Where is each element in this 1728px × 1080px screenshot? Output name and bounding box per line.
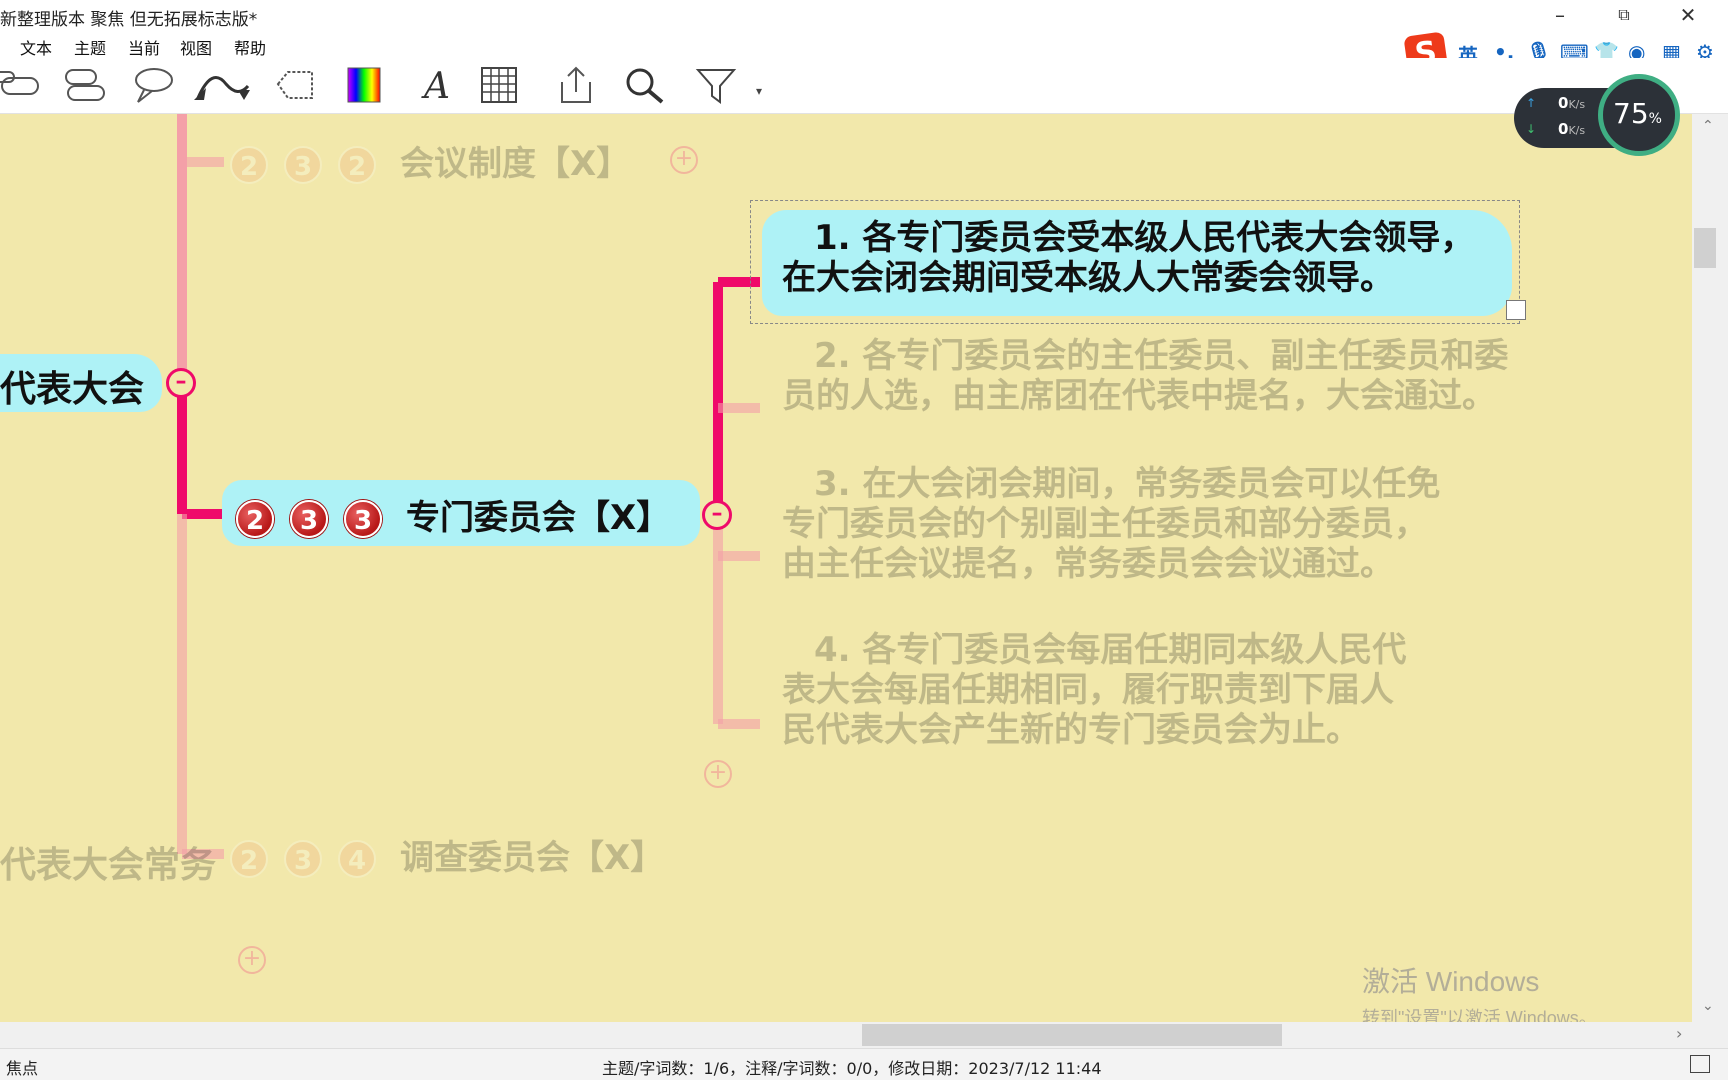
title-bar: 新整理版本 聚焦 但无拓展标志版* – ⧉ ✕ [0, 0, 1728, 32]
item-3[interactable]: 3. 在大会闭会期间，常务委员会可以任免 专门委员会的个别副主任委员和部分委员，… [782, 464, 1440, 584]
topic-meeting-system[interactable]: 2 3 2 会议制度【X】 [230, 136, 630, 185]
expand-icon[interactable]: + [238, 946, 266, 974]
badge-3: 3 [290, 500, 328, 538]
upload-value: 0 [1558, 94, 1569, 112]
collapse-main-icon[interactable]: – [702, 500, 732, 530]
close-button[interactable]: ✕ [1656, 0, 1720, 32]
item-4-line1: 4. 各专门委员会每届任期同本级人民代 [814, 630, 1407, 670]
item-3-line3: 由主任会议提名，常务委员会会议通过。 [782, 544, 1394, 584]
activation-watermark-subtitle: 转到"设置"以激活 Windows。 [1362, 1008, 1597, 1022]
badge-2: 2 [236, 500, 274, 538]
item-2[interactable]: 2. 各专门委员会的主任委员、副主任委员和委 员的人选，由主席团在代表中提名，大… [782, 336, 1508, 416]
activation-watermark-title: 激活 Windows [1362, 966, 1540, 997]
boundary-icon[interactable] [272, 64, 316, 106]
download-arrow-icon: ↓ [1526, 122, 1537, 136]
scroll-down-icon[interactable]: ⌄ [1702, 998, 1714, 1014]
item-1-line1: 1. 各专门委员会受本级人民代表大会领导， [814, 218, 1475, 258]
table-icon[interactable] [478, 64, 522, 106]
toolbar: A ▾ [0, 58, 1728, 114]
toolbar-overflow-icon[interactable]: ▾ [756, 84, 762, 98]
vertical-scrollbar[interactable]: ⌃ ⌄ [1692, 114, 1728, 1022]
menu-current[interactable]: 当前 [128, 35, 160, 59]
badge-2: 2 [230, 840, 268, 878]
item-2-line2: 员的人选，由主席团在代表中提名，大会通过。 [782, 376, 1496, 416]
expand-icon[interactable]: + [704, 760, 732, 788]
item-3-line1: 3. 在大会闭会期间，常务委员会可以任免 [814, 464, 1441, 504]
topic-special-committee[interactable]: 2 3 3 专门委员会【X】 [236, 490, 670, 539]
menu-topic[interactable]: 主题 [74, 35, 106, 59]
callout-icon[interactable] [130, 64, 174, 106]
badge-2b: 2 [338, 146, 376, 184]
export-icon[interactable] [554, 64, 598, 106]
horizontal-scrollbar[interactable]: › [0, 1022, 1728, 1048]
search-icon[interactable] [622, 64, 666, 106]
gauge-percent: 75 [1613, 97, 1649, 130]
filter-icon[interactable] [694, 64, 738, 106]
window-title: 新整理版本 聚焦 但无拓展标志版* [0, 10, 258, 30]
mindmap-canvas[interactable]: 代表大会 – 2 3 2 会议制度【X】 + 2 3 3 专门委员会【X】 – 1. 各专门… [0, 114, 1692, 1022]
badge-2: 2 [230, 146, 268, 184]
download-value: 0 [1558, 120, 1569, 138]
vertical-scroll-thumb[interactable] [1694, 228, 1716, 268]
item-1-line2: 在大会闭会期间受本级人大常委会领导。 [782, 258, 1394, 298]
expand-icon[interactable]: + [670, 146, 698, 174]
item-4[interactable]: 4. 各专门委员会每届任期同本级人民代 表大会每届任期相同，履行职责到下届人 民… [782, 630, 1406, 750]
resize-handle[interactable] [1506, 300, 1526, 320]
topic-shape-icon[interactable] [0, 64, 44, 106]
status-info: 主题/字词数：1/6，注释/字词数：0/0，修改日期：2023/7/12 11:… [602, 1059, 1102, 1078]
badge-4: 4 [338, 840, 376, 878]
upload-arrow-icon: ↑ [1526, 96, 1537, 110]
minimize-button[interactable]: – [1528, 0, 1592, 32]
svg-text:A: A [421, 66, 450, 106]
badge-3: 3 [284, 146, 322, 184]
collapse-parent-icon[interactable]: – [166, 368, 196, 398]
restore-button[interactable]: ⧉ [1592, 0, 1656, 32]
item-4-line2: 表大会每届任期相同，履行职责到下届人 [782, 670, 1394, 710]
memory-gauge[interactable]: 75% [1598, 74, 1680, 156]
item-2-line1: 2. 各专门委员会的主任委员、副主任委员和委 [814, 336, 1509, 376]
badge-3: 3 [284, 840, 322, 878]
scroll-right-icon[interactable]: › [1676, 1024, 1682, 1043]
upload-unit: K/s [1568, 98, 1586, 111]
topic-label: 会议制度【X】 [400, 144, 631, 184]
item-4-line3: 民代表大会产生新的专门委员会为止。 [782, 710, 1360, 750]
color-palette-icon[interactable] [342, 64, 386, 106]
subtopic-icon[interactable] [62, 64, 106, 106]
item-1[interactable]: 1. 各专门委员会受本级人民代表大会领导， 在大会闭会期间受本级人大常委会领导。 [782, 218, 1474, 298]
status-focus: 焦点 [6, 1059, 39, 1078]
left-bottom-topic[interactable]: 代表大会常务 [0, 836, 216, 888]
status-bar: 焦点 主题/字词数：1/6，注释/字词数：0/0，修改日期：2023/7/12 … [0, 1048, 1728, 1080]
menu-help[interactable]: 帮助 [234, 35, 266, 59]
topic-label: 专门委员会【X】 [406, 498, 671, 538]
relationship-icon[interactable] [192, 64, 256, 106]
horizontal-scroll-thumb[interactable] [862, 1024, 1282, 1046]
download-unit: K/s [1568, 124, 1586, 137]
panel-toggle-icon[interactable] [1690, 1055, 1710, 1073]
topic-label: 调查委员会【X】 [400, 838, 665, 878]
topic-investigation-committee[interactable]: 2 3 4 调查委员会【X】 [230, 830, 664, 879]
scroll-up-icon[interactable]: ⌃ [1702, 118, 1714, 134]
font-icon[interactable]: A [414, 64, 458, 106]
menu-view[interactable]: 视图 [180, 35, 212, 59]
menu-text[interactable]: 文本 [20, 35, 52, 59]
badge-3b: 3 [344, 500, 382, 538]
item-3-line2: 专门委员会的个别副主任委员和部分委员， [782, 504, 1428, 544]
parent-topic-label: 代表大会 [0, 369, 145, 410]
